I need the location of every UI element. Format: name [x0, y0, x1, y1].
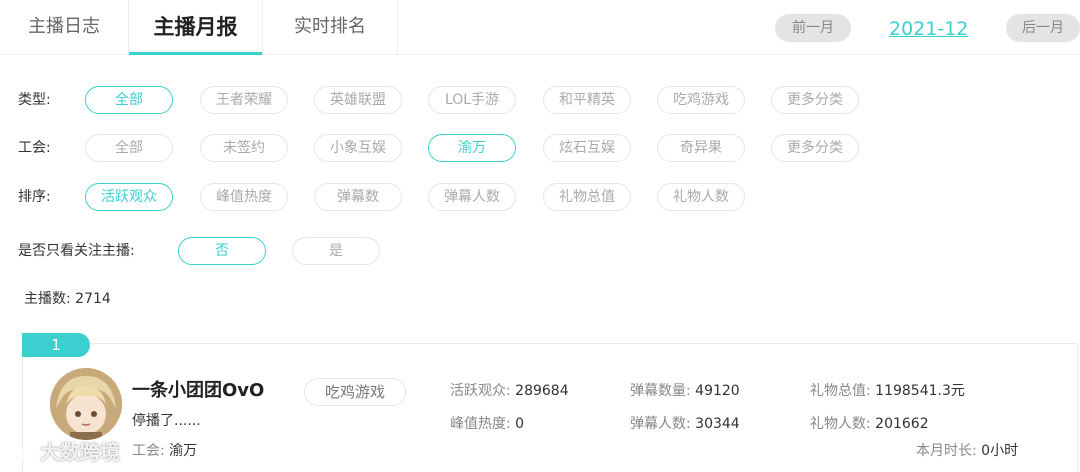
filter-guild-option[interactable]: 小象互娱	[314, 134, 402, 162]
stat-gift-total: 礼物总值: 1198541.3元	[810, 380, 965, 402]
sort-option[interactable]: 弹幕数	[314, 183, 402, 211]
filter-guild-option[interactable]: 未签约	[200, 134, 288, 162]
anchor-avatar[interactable]	[50, 368, 122, 440]
follow-only-label: 是否只看关注主播:	[18, 243, 135, 259]
filter-guild-option[interactable]: 渝万	[428, 134, 516, 162]
stat-value: 49120	[695, 383, 740, 399]
stat-gift-users: 礼物人数: 201662	[810, 413, 929, 435]
prev-month-button[interactable]: 前一月	[775, 14, 851, 42]
filter-guild-label: 工会:	[18, 140, 51, 156]
tab-anchor-log[interactable]: 主播日志	[0, 0, 128, 54]
filter-type-more[interactable]: 更多分类	[771, 86, 859, 114]
filter-type-option[interactable]: LOL手游	[428, 86, 516, 114]
stat-value: 1198541.3元	[875, 383, 965, 399]
stat-label: 弹幕人数:	[630, 416, 691, 432]
filter-type-option[interactable]: 全部	[85, 86, 173, 114]
stat-label: 弹幕数量:	[630, 383, 691, 399]
filter-type-option[interactable]: 王者荣耀	[200, 86, 288, 114]
stat-label: 本月时长:	[916, 443, 977, 459]
stat-value: 0	[515, 416, 525, 432]
stat-month-duration: 本月时长: 0小时	[916, 440, 1018, 462]
anchor-count-label: 主播数:	[24, 291, 71, 307]
stat-label: 活跃观众:	[450, 383, 511, 399]
follow-only-no[interactable]: 否	[178, 237, 266, 265]
filter-guild-option[interactable]: 奇异果	[657, 134, 745, 162]
game-tag: 吃鸡游戏	[304, 378, 406, 406]
filter-type-option[interactable]: 和平精英	[543, 86, 631, 114]
sort-option[interactable]: 峰值热度	[200, 183, 288, 211]
filter-type-label: 类型:	[18, 92, 51, 108]
sort-option[interactable]: 礼物人数	[657, 183, 745, 211]
filter-type-option[interactable]: 吃鸡游戏	[657, 86, 745, 114]
anchor-count-value: 2714	[75, 291, 111, 307]
stat-peak-heat: 峰值热度: 0	[450, 413, 524, 435]
guild-label: 工会:	[132, 443, 165, 459]
stat-value: 0小时	[981, 443, 1019, 459]
live-status: 停播了......	[132, 413, 201, 429]
sort-option[interactable]: 弹幕人数	[428, 183, 516, 211]
sort-option[interactable]: 活跃观众	[85, 183, 173, 211]
stat-label: 礼物总值:	[810, 383, 871, 399]
sort-option[interactable]: 礼物总值	[543, 183, 631, 211]
tab-realtime-rank[interactable]: 实时排名	[263, 0, 398, 54]
stat-value: 30344	[695, 416, 740, 432]
watermark: 大数跨境	[10, 438, 120, 466]
tab-anchor-monthly[interactable]: 主播月报	[128, 0, 263, 55]
stat-value: 289684	[515, 383, 569, 399]
next-month-button[interactable]: 后一月	[1006, 14, 1080, 42]
stat-danmaku-users: 弹幕人数: 30344	[630, 413, 740, 435]
stat-value: 201662	[875, 416, 929, 432]
rank-badge: 1	[22, 333, 90, 357]
filter-guild-option[interactable]: 炫石互娱	[543, 134, 631, 162]
follow-only-yes[interactable]: 是	[292, 237, 380, 265]
filter-guild-option[interactable]: 全部	[85, 134, 173, 162]
watermark-logo-icon	[10, 443, 36, 465]
current-month[interactable]: 2021-12	[889, 14, 968, 44]
guild-value: 渝万	[169, 443, 198, 459]
watermark-text: 大数跨境	[40, 440, 120, 464]
anchor-count: 主播数: 2714	[24, 288, 111, 310]
filter-type-option[interactable]: 英雄联盟	[314, 86, 402, 114]
stat-danmaku-count: 弹幕数量: 49120	[630, 380, 740, 402]
stat-label: 峰值热度:	[450, 416, 511, 432]
filter-sort-label: 排序:	[18, 189, 51, 205]
anchor-guild: 工会: 渝万	[132, 440, 197, 462]
stat-active-viewers: 活跃观众: 289684	[450, 380, 569, 402]
filter-guild-more[interactable]: 更多分类	[771, 134, 859, 162]
top-nav-bar: 主播日志 主播月报 实时排名 前一月 2021-12 后一月	[0, 0, 1080, 55]
anchor-name[interactable]: 一条小团团OvO	[132, 378, 264, 404]
stat-label: 礼物人数:	[810, 416, 871, 432]
